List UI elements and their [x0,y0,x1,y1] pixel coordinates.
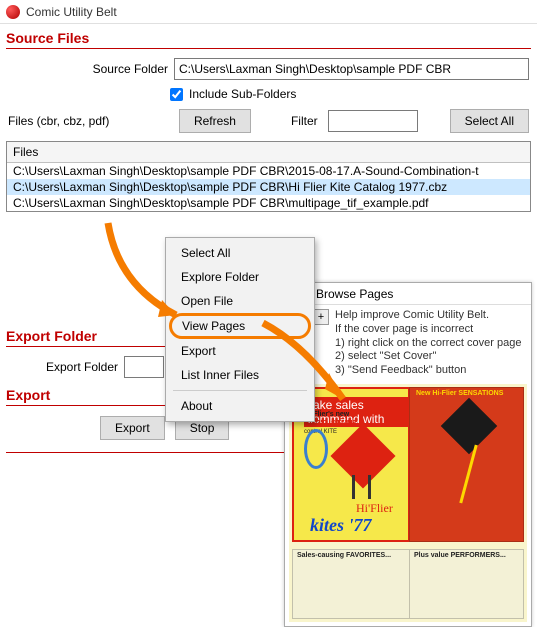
cover-thumbnail[interactable]: Take sales command with Hi-Flier's new S… [289,384,527,622]
source-folder-label: Source Folder [8,62,168,76]
menu-about[interactable]: About [169,394,311,418]
export-button[interactable]: Export [100,416,165,440]
menu-view-pages[interactable]: View Pages [169,313,311,339]
source-folder-row: Source Folder [0,55,537,83]
window-title: Comic Utility Belt [26,5,117,19]
menu-list-inner-files[interactable]: List Inner Files [169,363,311,387]
menu-export[interactable]: Export [169,339,311,363]
menu-open-file[interactable]: Open File [169,289,311,313]
files-toolbar: Files (cbr, cbz, pdf) Refresh Filter Sel… [0,105,537,141]
divider [6,48,531,49]
include-subfolders-label: Include Sub-Folders [189,87,296,101]
filter-label: Filter [291,114,318,128]
title-bar: Comic Utility Belt [0,0,537,24]
export-folder-label: Export Folder [8,360,118,374]
help-text: Help improve Comic Utility Belt. If the … [335,309,521,378]
browse-window-title: Browse Pages [316,287,393,301]
menu-explore-folder[interactable]: Explore Folder [169,265,311,289]
filter-input[interactable] [328,110,418,132]
files-column-header[interactable]: Files [7,142,530,163]
source-files-header: Source Files [0,24,537,48]
menu-select-all[interactable]: Select All [169,241,311,265]
export-folder-input[interactable] [124,356,164,378]
menu-separator [173,390,307,391]
files-table: Files C:\Users\Laxman Singh\Desktop\samp… [6,141,531,212]
files-types-label: Files (cbr, cbz, pdf) [8,114,109,128]
include-subfolders-row: Include Sub-Folders [170,83,537,105]
browse-pages-window: Browse Pages - + Help improve Comic Util… [284,282,532,627]
context-menu: Select All Explore Folder Open File View… [165,237,315,422]
source-folder-input[interactable] [174,58,529,80]
table-row[interactable]: C:\Users\Laxman Singh\Desktop\sample PDF… [7,163,530,179]
app-icon [6,5,20,19]
browse-title-bar: Browse Pages [285,283,531,305]
select-all-button[interactable]: Select All [450,109,529,133]
include-subfolders-checkbox[interactable] [170,88,183,101]
refresh-button[interactable]: Refresh [179,109,251,133]
zoom-in-button[interactable]: + [313,309,329,325]
table-row[interactable]: C:\Users\Laxman Singh\Desktop\sample PDF… [7,179,530,195]
table-row[interactable]: C:\Users\Laxman Singh\Desktop\sample PDF… [7,195,530,211]
